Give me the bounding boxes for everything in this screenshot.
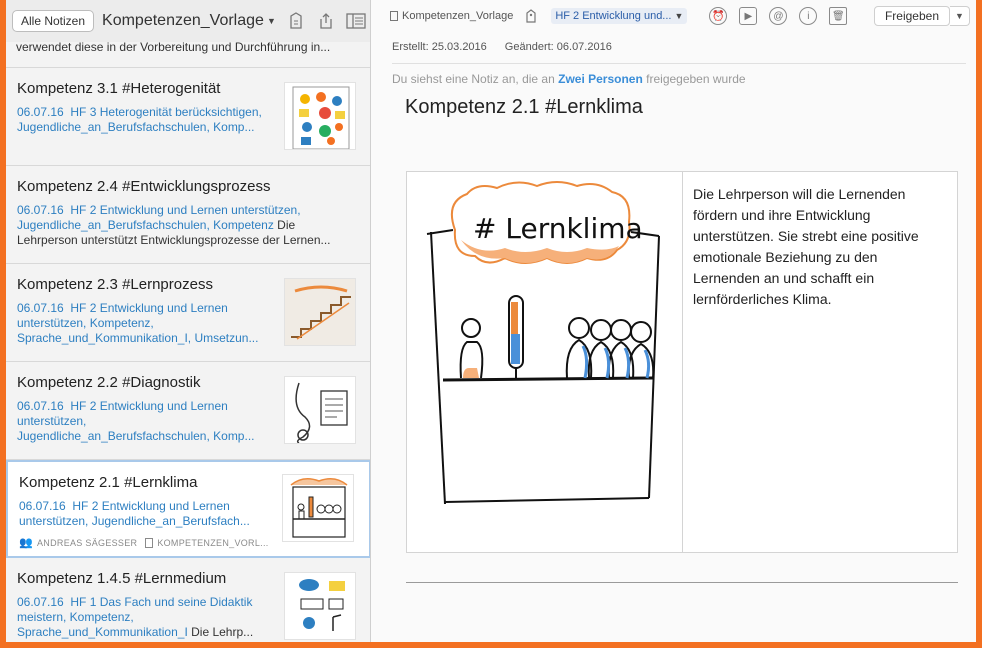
note-date: 06.07.16 (17, 203, 64, 217)
note-preview: 06.07.16 HF 3 Heterogenität berücksichti… (17, 105, 269, 151)
all-notes-button[interactable]: Alle Notizen (12, 10, 95, 32)
note-date: 06.07.16 (17, 595, 64, 609)
note-date: 06.07.16 (19, 499, 66, 513)
note-title: Kompetenz 2.4 #Entwicklungsprozess (17, 178, 271, 195)
note-preview: 06.07.16 HF 2 Entwicklung und Lernen unt… (17, 399, 269, 445)
shared-suffix: freigegeben wurde (642, 72, 746, 86)
presentation-icon[interactable]: ▶ (739, 7, 758, 25)
note-title: Kompetenz 3.1 #Heterogenität (17, 80, 221, 97)
note-title: Kompetenz 2.1 #Lernklima (19, 474, 198, 491)
shared-people-link[interactable]: Zwei Personen (558, 72, 643, 86)
modified-date: Geändert: 06.07.2016 (504, 41, 612, 53)
note-dates: Erstellt: 25.03.2016 Geändert: 06.07.201… (392, 41, 612, 53)
note-preview: 06.07.16 HF 1 Das Fach und seine Didakti… (17, 595, 269, 641)
note-item-entwicklungsprozess[interactable]: Kompetenz 2.4 #Entwicklungsprozess 06.07… (6, 166, 370, 264)
divider (392, 63, 966, 64)
note-date: 06.07.16 (17, 105, 64, 119)
note-date: 06.07.16 (17, 399, 64, 413)
share-dropdown-button[interactable]: ▼ (950, 6, 970, 26)
notebook-info-icon[interactable] (286, 11, 306, 31)
chevron-down-icon: ▼ (674, 11, 684, 21)
chevron-down-icon: ▼ (955, 11, 964, 21)
share-icon[interactable] (316, 11, 336, 31)
at-mention-icon[interactable]: @ (769, 7, 788, 25)
content-table: # Lernklima Die Lehrperson will die Lern… (406, 171, 958, 553)
tag-label: HF 2 Entwicklung und... (555, 10, 672, 22)
horizontal-rule (406, 582, 958, 583)
created-date: Erstellt: 25.03.2016 (392, 41, 487, 53)
view-toggle-icon[interactable] (346, 11, 366, 31)
note-preview: 06.07.16 HF 2 Entwicklung und Lernen unt… (17, 301, 269, 347)
shared-info-banner: Du siehst eine Notiz an, die an Zwei Per… (392, 72, 746, 86)
tag-icon[interactable] (525, 9, 537, 23)
note-preview: 06.07.16 HF 2 Entwicklung und Lernen unt… (17, 203, 352, 249)
note-thumbnail (282, 474, 354, 542)
note-notebook: KOMPETENZEN_VORL... (157, 537, 269, 548)
sketch-heading-text: # Lernklima (473, 212, 643, 245)
note-title: Kompetenz 1.4.5 #Lernmedium (17, 570, 227, 587)
editor-toolbar: Kompetenzen_Vorlage HF 2 Entwicklung und… (372, 0, 976, 32)
note-item-lernklima-selected[interactable]: Kompetenz 2.1 #Lernklima 06.07.16 HF 2 E… (6, 460, 370, 558)
note-preview: 06.07.16 HF 2 Entwicklung und Lernen unt… (19, 499, 271, 530)
note-item-heterogenitaet[interactable]: Kompetenz 3.1 #Heterogenität 06.07.16 HF… (6, 68, 370, 166)
sketch-image: # Lernklima (407, 172, 683, 552)
note-item-lernmedium[interactable]: Kompetenz 1.4.5 #Lernmedium 06.07.16 HF … (6, 558, 370, 642)
note-title: Kompetenz 2.3 #Lernprozess (17, 276, 213, 293)
notebook-breadcrumb[interactable]: Kompetenzen_Vorlage (390, 10, 513, 22)
note-title-field[interactable]: Kompetenz 2.1 #Lernklima (405, 96, 643, 119)
shared-prefix: Du siehst eine Notiz an, die an (392, 72, 559, 86)
note-date: 06.07.16 (17, 301, 64, 315)
tag-selector[interactable]: HF 2 Entwicklung und... ▼ (551, 8, 688, 24)
notebook-selector[interactable]: Kompetenzen_Vorlage ▼ (102, 12, 276, 30)
note-body-text[interactable]: Die Lehrperson will die Lernenden förder… (683, 172, 957, 552)
note-thumbnail (284, 572, 356, 640)
notebook-name: Kompetenzen_Vorlage (402, 10, 514, 22)
note-author: ANDREAS SÄGESSER (37, 537, 138, 548)
notebook-title: Kompetenzen_Vorlage (102, 12, 264, 29)
note-thumbnail (284, 82, 356, 150)
app-window: Alle Notizen Kompetenzen_Vorlage ▼ verwe… (6, 0, 976, 642)
note-list-toolbar: Alle Notizen Kompetenzen_Vorlage ▼ (6, 0, 370, 42)
note-snippet-partial[interactable]: verwendet diese in der Vorbereitung und … (6, 42, 370, 68)
note-list: verwendet diese in der Vorbereitung und … (6, 42, 370, 642)
share-button[interactable]: Freigeben (874, 6, 950, 26)
reminder-icon[interactable]: ⏰ (709, 7, 728, 25)
info-icon[interactable]: i (799, 7, 818, 25)
notebook-icon (145, 537, 154, 548)
note-title: Kompetenz 2.2 #Diagnostik (17, 374, 201, 391)
note-snippet: Die Lehrp... (187, 625, 254, 639)
trash-icon[interactable]: 🗑 (829, 7, 848, 25)
notebook-icon (390, 11, 398, 21)
note-item-diagnostik[interactable]: Kompetenz 2.2 #Diagnostik 06.07.16 HF 2 … (6, 362, 370, 460)
note-thumbnail (284, 376, 356, 444)
note-list-pane: Alle Notizen Kompetenzen_Vorlage ▼ verwe… (6, 0, 371, 642)
note-item-lernprozess[interactable]: Kompetenz 2.3 #Lernprozess 06.07.16 HF 2… (6, 264, 370, 362)
note-editor-pane: Kompetenzen_Vorlage HF 2 Entwicklung und… (372, 0, 976, 642)
note-thumbnail (284, 278, 356, 346)
people-icon: 👥 (19, 537, 33, 549)
chevron-down-icon: ▼ (266, 16, 276, 26)
